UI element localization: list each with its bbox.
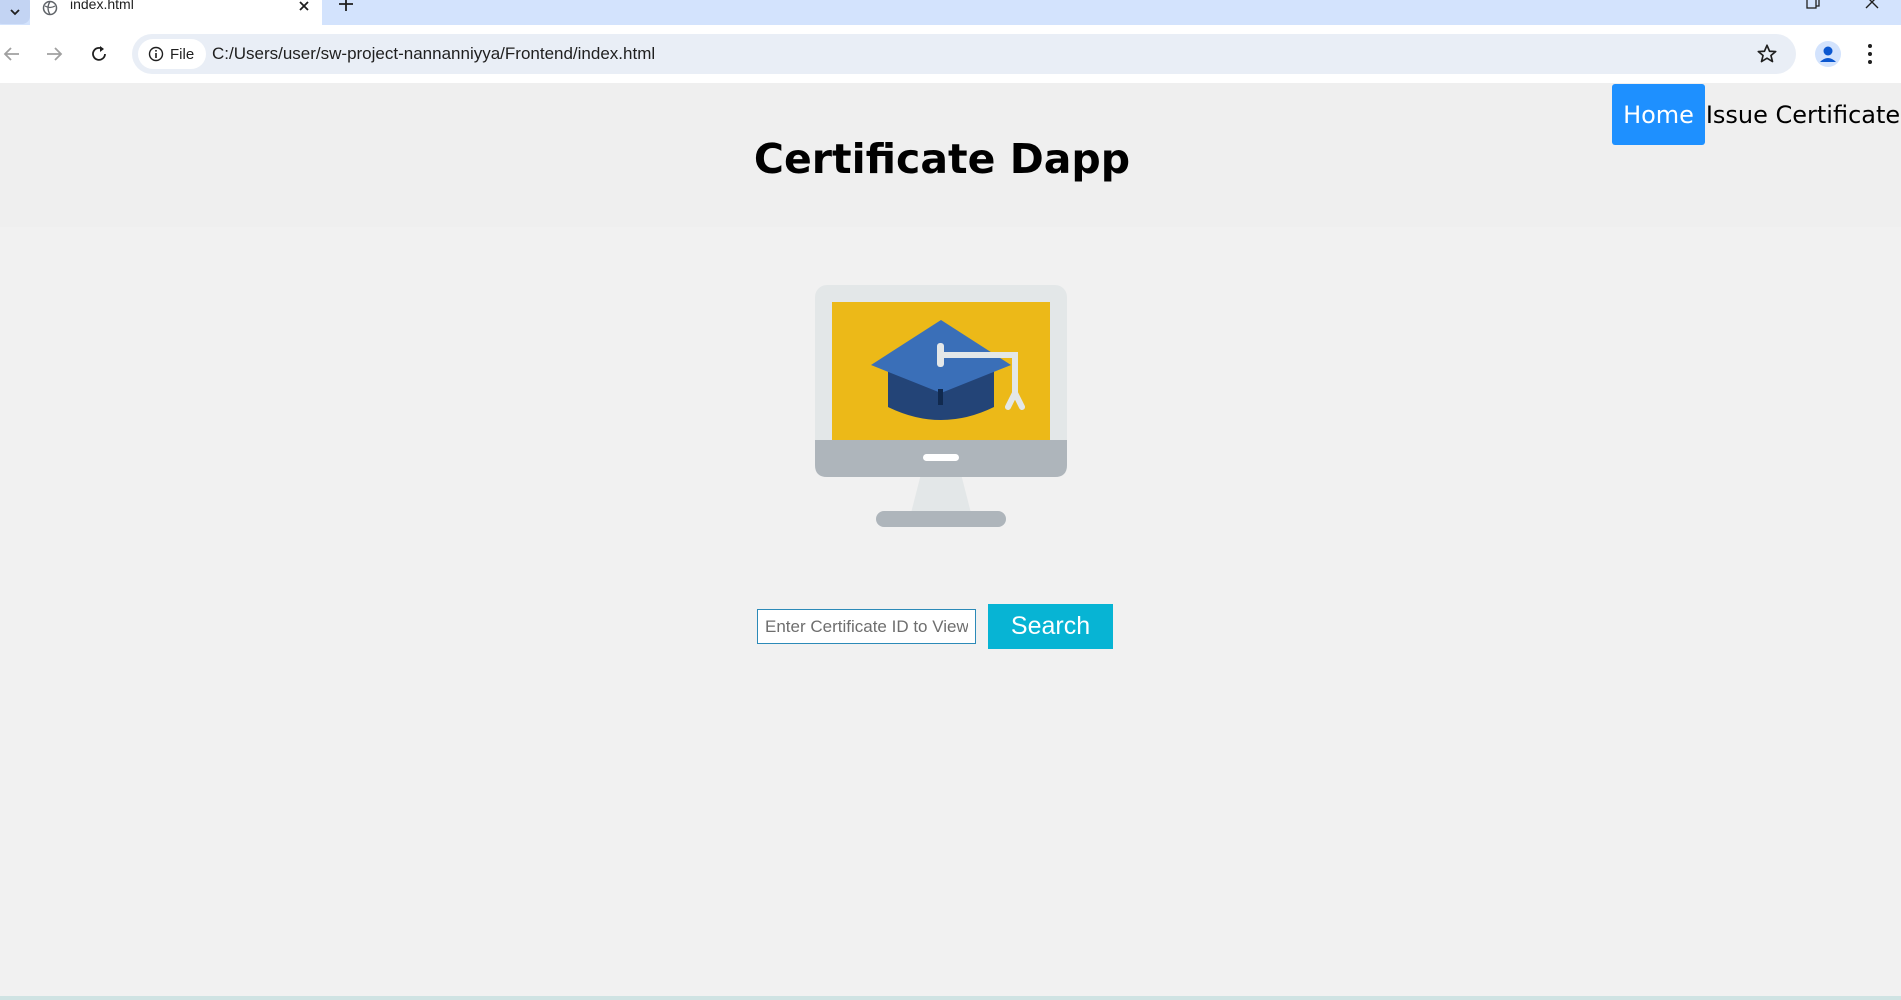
nav-issue-certificate-link[interactable]: Issue Certificate [1705,84,1901,145]
profile-icon[interactable] [1815,41,1841,67]
browser-tab[interactable]: index.html [30,0,322,26]
tab-list-button[interactable] [0,0,30,24]
url-text[interactable]: C:/Users/user/sw-project-nannanniyya/Fro… [212,44,655,64]
tab-list-icon [10,9,20,16]
globe-icon [42,0,58,16]
close-icon[interactable] [296,0,312,14]
reload-icon [92,46,106,61]
certificate-id-input[interactable] [757,609,976,644]
nav-home-link[interactable]: Home [1612,84,1705,145]
page-header: Certificate Dapp Home Issue Certificate [0,83,1901,227]
restore-icon[interactable] [1806,0,1820,10]
graduation-monitor-icon [815,285,1067,527]
search-button[interactable]: Search [988,604,1113,649]
forward-arrow-icon [47,47,63,61]
info-icon [148,46,164,62]
site-info-chip[interactable]: File [138,39,206,69]
page-content: Certificate Dapp Home Issue Certificate … [0,83,1901,996]
site-chip-label: File [170,45,195,63]
reload-button[interactable] [87,42,111,66]
back-button[interactable] [0,42,24,66]
tab-title: index.html [70,0,134,12]
forward-button[interactable] [42,42,66,66]
close-icon[interactable] [1864,0,1880,10]
browser-toolbar: File C:/Users/user/sw-project-nannanniyy… [0,25,1901,83]
star-icon[interactable] [1756,43,1778,65]
back-arrow-icon [3,47,19,61]
plus-icon[interactable] [336,0,356,14]
bottom-border [0,996,1901,1000]
address-bar[interactable]: File C:/Users/user/sw-project-nannanniyy… [132,34,1796,74]
tab-strip: index.html [0,0,1901,26]
page-title: Certificate Dapp [753,135,1131,183]
kebab-menu-icon[interactable] [1866,43,1874,65]
